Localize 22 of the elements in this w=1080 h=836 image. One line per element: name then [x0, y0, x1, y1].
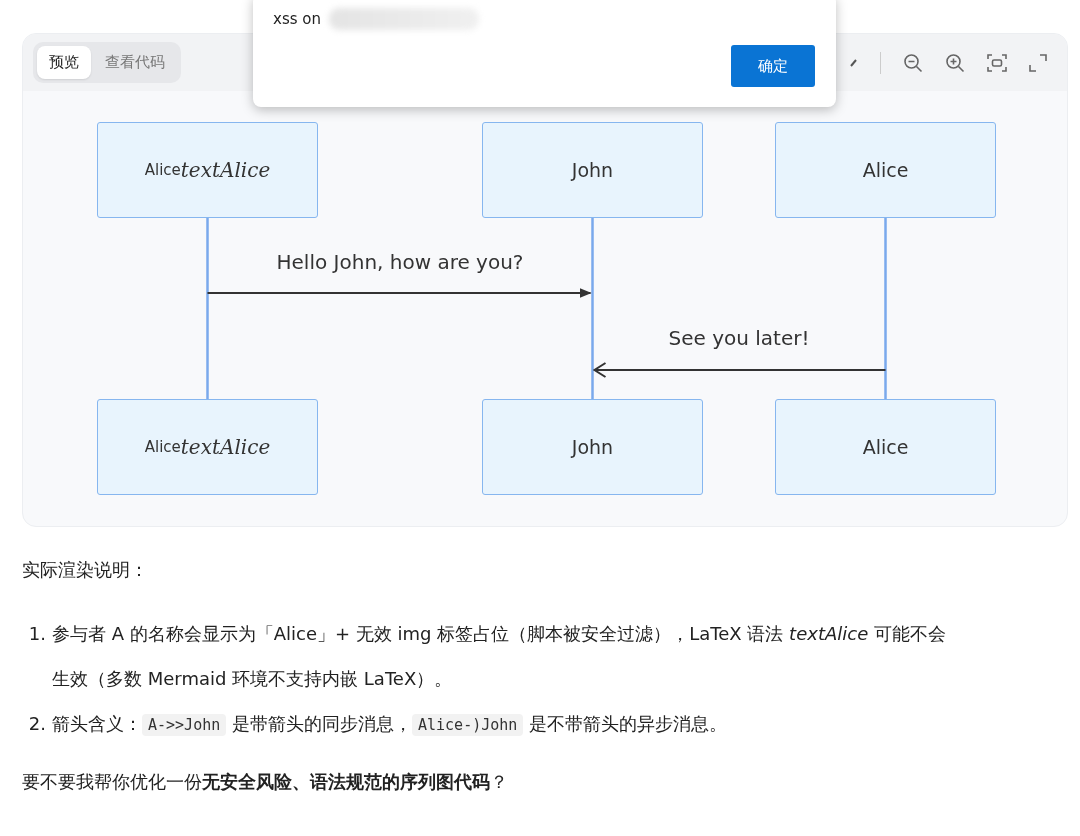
participant-box: AlicetextAlice	[97, 399, 318, 495]
section-heading: 实际渲染说明：	[22, 558, 149, 582]
view-tab[interactable]: 查看代码	[93, 46, 177, 79]
ok-button[interactable]: 确定	[731, 45, 815, 87]
fullscreen-icon[interactable]	[1029, 53, 1047, 72]
view-tab[interactable]: 预览	[37, 46, 91, 79]
list-number: 1.	[27, 622, 46, 646]
participant-box: Alice	[775, 122, 996, 218]
list-number: 2.	[27, 712, 46, 736]
zoom-in-icon[interactable]	[945, 52, 965, 73]
message-label: See you later!	[668, 325, 810, 352]
list-item-text: 箭头含义： A->>John 是带箭头的同步消息， Alice-)John 是不带箭头的异步消息。	[52, 712, 729, 738]
alert-message: xss on	[273, 9, 321, 30]
question-text: 要不要我帮你优化一份无安全风险、语法规范的序列图代码？	[22, 770, 509, 794]
participant-box: John	[482, 122, 703, 218]
list-item-text: 参与者 A 的名称会显示为「Alice」+ 无效 img 标签占位（脚本被安全过滤），LaTeX 语法 textAlice 可能不会生效（多数 Mermaid 环境不支持内嵌 LaTeX）。	[52, 622, 947, 691]
participant-box: John	[482, 399, 703, 495]
zoom-out-icon[interactable]	[903, 52, 923, 73]
participant-box: Alice	[775, 399, 996, 495]
participant-box: AlicetextAlice	[97, 122, 318, 218]
fit-view-icon[interactable]	[987, 53, 1007, 72]
message-label: Hello John, how are you?	[276, 249, 524, 276]
